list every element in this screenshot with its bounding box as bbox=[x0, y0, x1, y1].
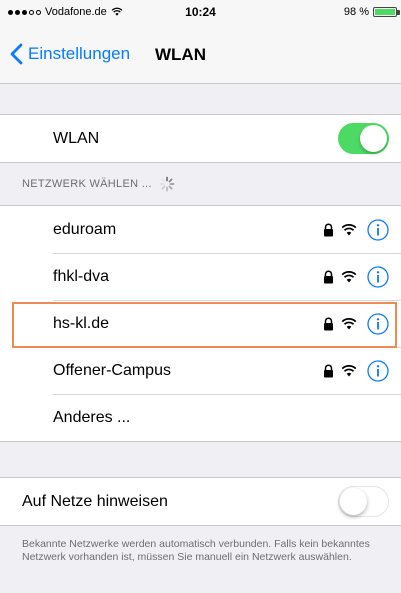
network-name: Offener-Campus bbox=[53, 361, 171, 379]
wifi-signal-icon bbox=[341, 224, 357, 236]
loading-spinner-icon bbox=[159, 176, 175, 192]
info-icon[interactable] bbox=[367, 218, 389, 241]
network-list: eduroam fhkl-dva hs-kl.de Offener-Campus bbox=[0, 205, 401, 442]
lock-icon bbox=[324, 270, 333, 283]
lock-icon bbox=[324, 364, 333, 377]
lock-icon bbox=[324, 223, 333, 236]
status-bar-right: 98 % bbox=[343, 6, 400, 18]
page-title: WLAN bbox=[155, 45, 206, 64]
wlan-toggle-row: WLAN bbox=[0, 115, 401, 162]
network-row[interactable]: fhkl-dva bbox=[0, 253, 401, 300]
wifi-signal-icon bbox=[341, 365, 357, 377]
back-button-label: Einstellungen bbox=[28, 44, 131, 63]
other-network-label: Anderes ... bbox=[53, 408, 131, 426]
info-icon[interactable] bbox=[367, 312, 389, 335]
network-row[interactable]: eduroam bbox=[0, 206, 401, 253]
network-row[interactable]: hs-kl.de bbox=[0, 300, 401, 347]
network-row[interactable]: Offener-Campus bbox=[0, 347, 401, 394]
network-name: hs-kl.de bbox=[53, 314, 110, 332]
wifi-signal-icon bbox=[341, 318, 357, 330]
switch-knob bbox=[360, 125, 387, 152]
network-name: eduroam bbox=[53, 220, 117, 238]
status-bar: Vodafone.de 10:24 98 % bbox=[0, 0, 401, 26]
wlan-toggle-group: WLAN bbox=[0, 114, 401, 163]
network-section-header: NETZWERK WÄHLEN ... bbox=[22, 176, 175, 192]
battery-percent: 98 % bbox=[343, 6, 369, 18]
lock-icon bbox=[324, 317, 333, 330]
wifi-signal-icon bbox=[341, 271, 357, 283]
wlan-toggle-label: WLAN bbox=[53, 129, 100, 147]
other-network-row[interactable]: Anderes ... bbox=[0, 394, 401, 441]
wlan-switch[interactable] bbox=[338, 123, 389, 154]
ask-to-join-group: Auf Netze hinweisen bbox=[0, 477, 401, 526]
ask-to-join-row: Auf Netze hinweisen bbox=[0, 478, 401, 525]
chevron-left-icon bbox=[10, 43, 23, 65]
section-header-label: NETZWERK WÄHLEN ... bbox=[22, 178, 152, 190]
switch-knob bbox=[340, 488, 367, 515]
ask-to-join-label: Auf Netze hinweisen bbox=[22, 492, 168, 510]
clock: 10:24 bbox=[185, 5, 216, 19]
info-icon[interactable] bbox=[367, 265, 389, 288]
network-name: fhkl-dva bbox=[53, 267, 110, 285]
navigation-bar: Einstellungen WLAN bbox=[0, 26, 401, 84]
back-button[interactable]: Einstellungen bbox=[10, 43, 130, 65]
ask-to-join-switch[interactable] bbox=[338, 486, 389, 517]
info-icon[interactable] bbox=[367, 359, 389, 382]
footer-note: Bekannte Netzwerke werden automatisch ve… bbox=[22, 538, 370, 563]
battery-icon bbox=[373, 7, 400, 17]
